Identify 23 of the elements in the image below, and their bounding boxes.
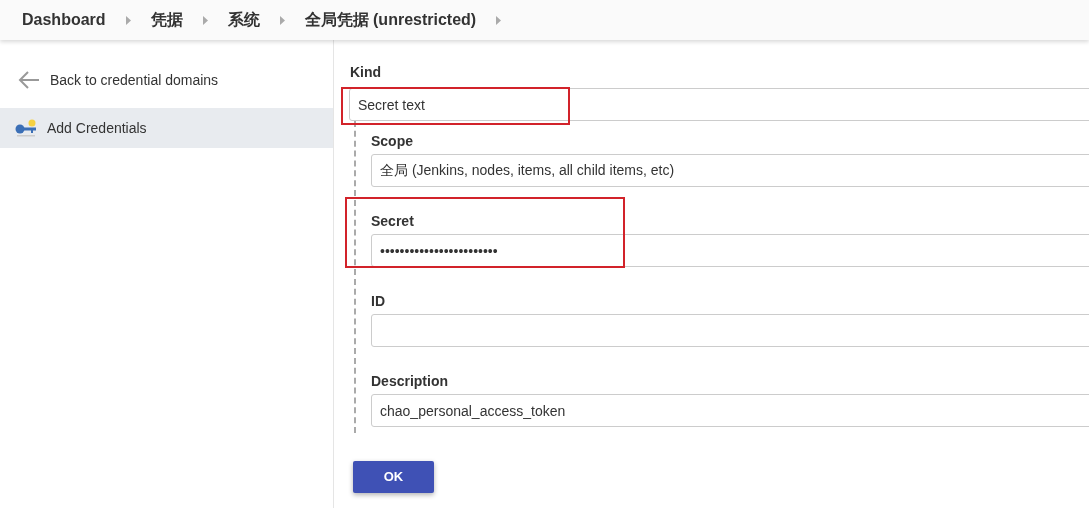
chevron-icon[interactable]	[279, 15, 285, 25]
chevron-icon[interactable]	[202, 15, 208, 25]
field-label: Secret	[371, 212, 415, 231]
breadcrumb-link[interactable]: 系统	[227, 8, 260, 32]
ok-button[interactable]: OK	[353, 461, 434, 493]
field-label: ID	[371, 292, 386, 311]
input-field[interactable]: 全局 (Jenkins, nodes, items, all child items, etc)	[371, 154, 1089, 187]
breadcrumb-link[interactable]: Dashboard	[22, 8, 106, 32]
chevron-icon[interactable]	[496, 15, 502, 25]
sidebar-item[interactable]: Back to credential domains	[0, 60, 333, 100]
field-label: Scope	[371, 132, 414, 151]
breadcrumb-link[interactable]: 凭据	[150, 8, 183, 32]
input-field[interactable]: Secret text	[349, 88, 1089, 121]
back-arrow-icon	[18, 71, 40, 89]
breadcrumb-link[interactable]: 全局凭据 (unrestricted)	[304, 8, 477, 32]
sidebar-item[interactable]: Add Credentials	[0, 108, 333, 148]
key-icon	[15, 119, 37, 137]
field-label: Description	[371, 372, 449, 391]
input-field[interactable]: ••••••••••••••••••••••••	[371, 234, 1089, 267]
chevron-icon[interactable]	[125, 15, 131, 25]
input-field[interactable]: chao_personal_access_token	[371, 394, 1089, 427]
field-label: Kind	[350, 63, 383, 82]
input-field[interactable]	[371, 314, 1089, 347]
